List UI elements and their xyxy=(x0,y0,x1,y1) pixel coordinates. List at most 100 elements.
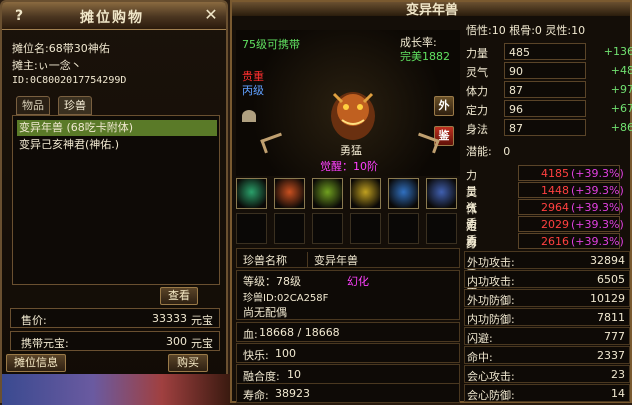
skill-slot-icon[interactable] xyxy=(236,178,267,209)
combat-stat-label: 会心攻击: xyxy=(467,370,515,383)
temperament: 勇猛 xyxy=(340,144,362,157)
aptitude-value-box: 4185 (+39.3%) xyxy=(518,165,624,181)
stat-bonus: +86 xyxy=(610,121,632,134)
list-item[interactable]: 变异年兽 (68吃卡附体) xyxy=(17,120,217,136)
combat-stat-row: 内功攻击: 6505 xyxy=(464,270,630,288)
stat-value-box: 87 xyxy=(504,119,586,136)
stall-window-title: 摊位购物 xyxy=(80,10,144,26)
empty-skill-slot[interactable] xyxy=(426,213,457,244)
combat-stat-label: 外功攻击: xyxy=(467,256,515,269)
lifespan-value: 38923 xyxy=(275,387,310,400)
skill-slot-icon[interactable] xyxy=(388,178,419,209)
price-value: 33333 xyxy=(152,312,187,325)
help-icon[interactable]: ? xyxy=(10,7,28,25)
stall-id: ID:0C8002017754299D xyxy=(12,75,127,86)
grade-label: 丙级 xyxy=(242,84,264,97)
pet-title-bar[interactable]: 变异年兽 xyxy=(232,2,630,18)
combat-stat-label: 内功攻击: xyxy=(467,275,515,288)
skill-slot-icon[interactable] xyxy=(350,178,381,209)
pet-name-field: 珍兽名称 变异年兽 xyxy=(236,248,460,268)
stat-label: 体力 xyxy=(466,85,488,98)
carry-unit: 元宝 xyxy=(191,337,213,350)
stall-title-bar[interactable]: ? 摊位购物 ✕ xyxy=(2,2,226,30)
stat-value-box: 90 xyxy=(504,62,586,79)
tab-pets[interactable]: 珍兽 xyxy=(58,96,92,115)
fusion-label: 融合度: xyxy=(243,370,280,383)
aptitude-percent: (+39.3%) xyxy=(571,218,624,231)
combat-stat-value: 23 xyxy=(611,368,625,381)
stat-bonus: +136 xyxy=(603,45,632,58)
combat-stat-label: 内功防御: xyxy=(467,313,515,326)
pet-level: 等级：78级 xyxy=(243,275,301,288)
aptitude-value-box: 2029 (+39.3%) xyxy=(518,216,624,232)
combat-stat-label: 命中: xyxy=(467,351,493,364)
list-item[interactable]: 变异己亥神君(神佑.) xyxy=(17,137,217,153)
aptitude-value: 2029 xyxy=(541,218,569,231)
aptitude-value: 4185 xyxy=(541,167,569,180)
stat-label: 力量 xyxy=(466,47,488,60)
combat-stat-value: 2337 xyxy=(597,349,625,362)
pet-name-value: 变异年兽 xyxy=(307,252,455,268)
stat-value: 96 xyxy=(509,103,523,116)
aptitude-percent: (+39.3%) xyxy=(571,184,624,197)
combat-stat-value: 32894 xyxy=(590,254,625,267)
skill-slot-icon[interactable] xyxy=(426,178,457,209)
price-label: 售价: xyxy=(21,314,47,327)
skill-slot-icon[interactable] xyxy=(312,178,343,209)
potential-label: 潜能: xyxy=(466,145,492,158)
pet-list: 变异年兽 (68吃卡附体) 变异己亥神君(神佑.) xyxy=(12,115,220,285)
combat-stat-value: 6505 xyxy=(597,273,625,286)
combat-stat-value: 7811 xyxy=(597,311,625,324)
stat-bonus: +97 xyxy=(610,83,632,96)
carry-ingot-field: 携带元宝: 300 元宝 xyxy=(10,331,220,351)
combat-stat-row: 会心防御: 14 xyxy=(464,384,630,402)
empty-skill-slot[interactable] xyxy=(312,213,343,244)
pet-info-box: 等级：78级 幻化 珍兽ID:02CA258F 尚无配偶 xyxy=(236,270,460,320)
stat-bonus: +48 xyxy=(610,64,632,77)
fusion-field: 融合度: 10 xyxy=(236,364,460,384)
combat-stat-value: 10129 xyxy=(590,292,625,305)
empty-skill-slot[interactable] xyxy=(388,213,419,244)
combat-stat-label: 会心防御: xyxy=(467,389,515,402)
combat-stat-value: 14 xyxy=(611,387,625,400)
stat-value-box: 96 xyxy=(504,100,586,117)
empty-skill-slot[interactable] xyxy=(236,213,267,244)
combat-stat-row: 会心攻击: 23 xyxy=(464,365,630,383)
close-icon[interactable]: ✕ xyxy=(202,6,220,24)
pet-detail-window: 变异年兽 75级可携带 成长率: 完美1882 贵重 丙级 外 鉴 勇猛 觉醒：… xyxy=(230,0,632,403)
view-button[interactable]: 查看 xyxy=(160,287,198,305)
stall-owner: 摊主:ぃ一念丶 xyxy=(12,59,82,72)
hp-label: 血: xyxy=(243,328,258,341)
combat-stat-row: 内功防御: 7811 xyxy=(464,308,630,326)
stat-value-box: 485 xyxy=(504,43,586,60)
combat-stat-row: 闪避: 777 xyxy=(464,327,630,345)
awakening-level: 觉醒：10阶 xyxy=(320,160,378,173)
lock-icon[interactable] xyxy=(242,110,256,122)
potential: 潜能: 0 xyxy=(466,143,510,159)
background-decoration xyxy=(2,374,230,405)
stall-info-button[interactable]: 摊位信息 xyxy=(6,354,66,372)
pet-model-image xyxy=(331,92,375,140)
buy-button[interactable]: 购买 xyxy=(168,354,208,372)
carry-label: 携带元宝: xyxy=(21,337,69,350)
combat-stat-row: 命中: 2337 xyxy=(464,346,630,364)
combat-stat-row: 外功攻击: 32894 xyxy=(464,251,630,269)
empty-skill-slot[interactable] xyxy=(350,213,381,244)
combat-stat-row: 外功防御: 10129 xyxy=(464,289,630,307)
appearance-button[interactable]: 外 xyxy=(434,96,454,116)
lifespan-label: 寿命: xyxy=(243,389,269,402)
stat-label: 身法 xyxy=(466,123,488,136)
growth-value: 完美1882 xyxy=(400,50,450,63)
stall-shopping-window: ? 摊位购物 ✕ 摊位名:68带30神佑 摊主:ぃ一念丶 ID:0C800201… xyxy=(0,0,230,405)
stall-name: 摊位名:68带30神佑 xyxy=(12,42,110,55)
carry-level: 75级可携带 xyxy=(242,38,300,51)
aptitude-percent: (+39.3%) xyxy=(571,167,624,180)
aptitude-value-box: 1448 (+39.3%) xyxy=(518,182,624,198)
aptitude-percent: (+39.3%) xyxy=(571,235,624,248)
skill-slot-icon[interactable] xyxy=(274,178,305,209)
empty-skill-slot[interactable] xyxy=(274,213,305,244)
rotate-left-icon[interactable] xyxy=(260,132,286,154)
combat-stat-label: 外功防御: xyxy=(467,294,515,307)
potential-value: 0 xyxy=(503,145,511,158)
tab-items[interactable]: 物品 xyxy=(16,96,50,115)
